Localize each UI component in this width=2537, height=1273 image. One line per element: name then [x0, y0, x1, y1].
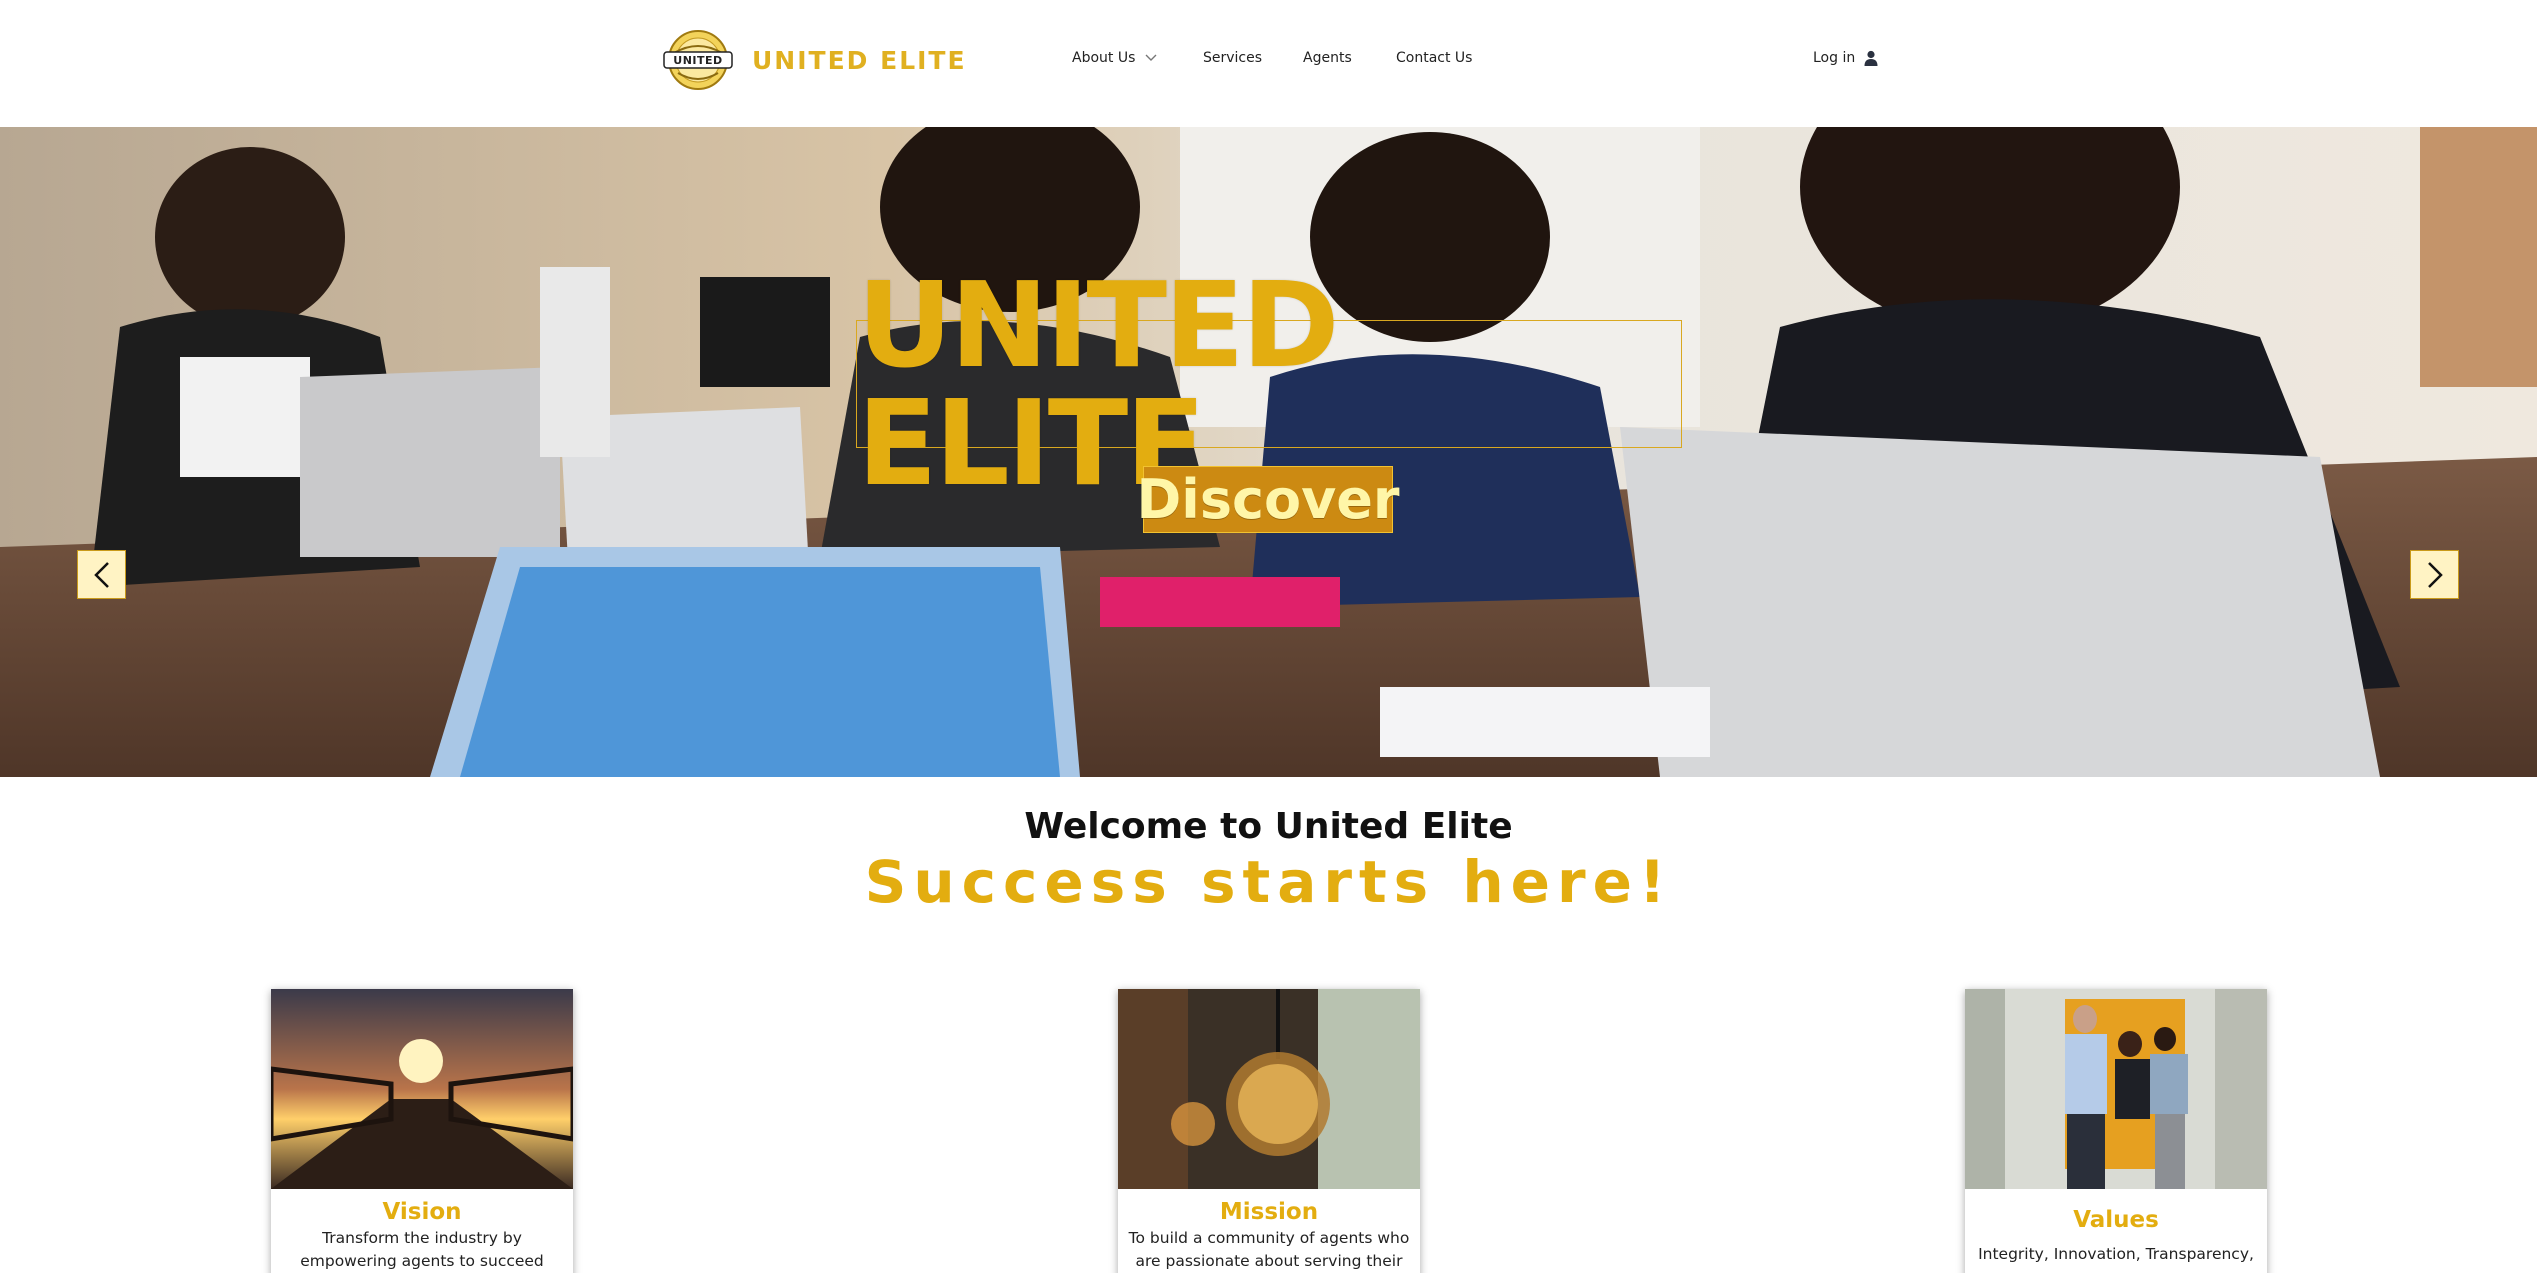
- vision-card[interactable]: Vision Transform the industry by empower…: [271, 989, 573, 1273]
- user-icon: [1864, 50, 1878, 66]
- nav-agents[interactable]: Agents: [1303, 50, 1352, 66]
- login-button[interactable]: Log in: [1813, 50, 1878, 66]
- nav-contact-us[interactable]: Contact Us: [1396, 50, 1472, 66]
- tagline: Success starts here!: [864, 848, 1673, 916]
- chevron-down-icon: [1145, 54, 1157, 61]
- logo-badge-icon: UNITED: [660, 27, 736, 93]
- welcome-heading: Welcome to United Elite: [1024, 806, 1513, 847]
- nav-services-label: Services: [1203, 50, 1263, 66]
- nav-agents-label: Agents: [1303, 50, 1352, 66]
- chevron-right-icon: [2427, 561, 2443, 588]
- family-image: [1965, 989, 2267, 1189]
- mission-title: Mission: [1219, 1199, 1319, 1225]
- carousel-prev-button[interactable]: [77, 550, 126, 599]
- values-card[interactable]: Values Integrity, Innovation, Transparen…: [1965, 989, 2267, 1273]
- values-title: Values: [2073, 1207, 2159, 1233]
- site-header: UNITED UNITED ELITE About Us Services Ag…: [0, 0, 2537, 127]
- vision-title: Vision: [382, 1199, 462, 1225]
- pier-sunset-image: [271, 989, 573, 1189]
- brand-name: UNITED ELITE: [752, 45, 967, 75]
- light-bulb-image: [1118, 989, 1420, 1189]
- logo-badge-text: UNITED: [673, 54, 723, 67]
- mission-text: To build a community of agents who are p…: [1128, 1229, 1410, 1270]
- nav-about-us[interactable]: About Us: [1072, 50, 1157, 66]
- hero-carousel: UNITED ELITE Discover: [0, 127, 2537, 777]
- mission-card[interactable]: Mission To build a community of agents w…: [1118, 989, 1420, 1273]
- brand-logo[interactable]: UNITED UNITED ELITE: [660, 27, 967, 93]
- nav-about-us-label: About Us: [1072, 50, 1136, 66]
- values-text: Integrity, Innovation, Transparency,: [1978, 1245, 2254, 1263]
- nav-services[interactable]: Services: [1203, 50, 1262, 66]
- nav-contact-us-label: Contact Us: [1396, 50, 1473, 66]
- carousel-next-button[interactable]: [2410, 550, 2459, 599]
- chevron-left-icon: [93, 561, 109, 588]
- hero-title-frame: UNITED ELITE: [856, 266, 1682, 502]
- discover-button[interactable]: Discover: [1136, 466, 1400, 533]
- login-label: Log in: [1813, 50, 1856, 66]
- vision-text: Transform the industry by empowering age…: [300, 1229, 544, 1270]
